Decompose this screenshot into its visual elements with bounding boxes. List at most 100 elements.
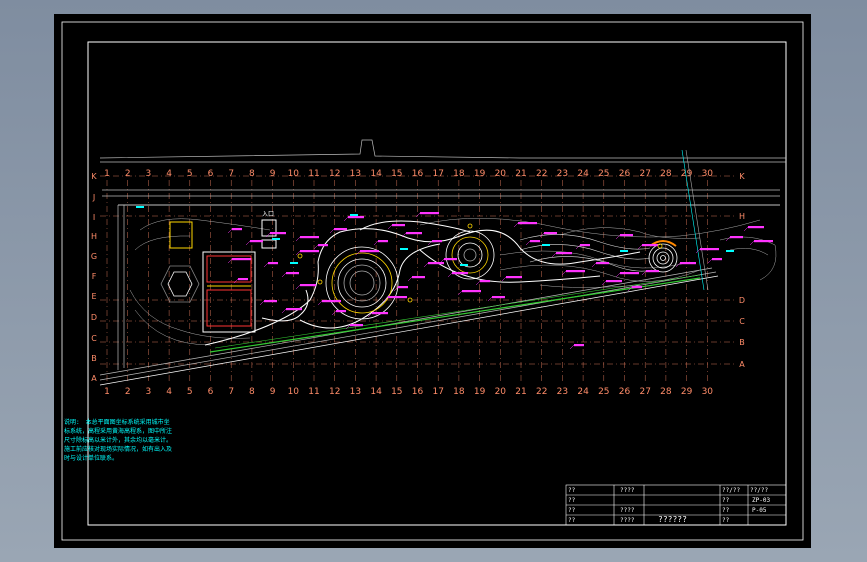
row-label-left: J	[92, 193, 95, 202]
annotation-mark	[620, 272, 639, 275]
annotation-mark	[318, 244, 328, 247]
annotation-leader	[569, 344, 575, 350]
column-label-top: 18	[453, 169, 465, 179]
tb-r1c2: ????	[620, 487, 635, 494]
column-label-top: 25	[598, 169, 609, 179]
annotation-leader	[749, 240, 755, 246]
column-label-top: 19	[474, 169, 486, 179]
annotation-mark	[544, 232, 557, 235]
annotation-leader	[501, 276, 507, 282]
tb-right-r2a: ??	[722, 497, 730, 504]
site-plan: 1122334455667788991010111112121313141415…	[61, 21, 804, 541]
row-label-left: A	[91, 374, 97, 383]
annotation-mark	[730, 236, 743, 239]
column-label-bottom: 26	[619, 387, 631, 397]
column-label-bottom: 30	[702, 387, 714, 397]
column-label-top: 2	[125, 169, 131, 179]
column-label-top: 15	[391, 169, 402, 179]
annotation-mark	[646, 270, 659, 273]
marker-yellow	[467, 223, 473, 229]
cad-viewport[interactable]: 1 1 2 2 3 3 4 4 5 5 6 6 7 7 8 8 9 9 10 10 11 11 12 12 13 13 14 14 15…	[0, 0, 867, 562]
annotation-mark	[580, 244, 590, 247]
row-label-left: F	[92, 272, 97, 281]
column-label-top: 21	[515, 169, 526, 179]
column-label-bottom: 21	[515, 387, 526, 397]
hexagon-pavilion	[160, 265, 200, 303]
column-label-bottom: 16	[412, 387, 424, 397]
column-label-top: 28	[660, 169, 672, 179]
annotation-leader	[387, 224, 393, 230]
annotation-leader	[551, 252, 557, 258]
column-label-top: 26	[619, 169, 631, 179]
annotation-leader	[487, 296, 493, 302]
annotation-leader	[707, 258, 713, 264]
column-label-bottom: 25	[598, 387, 609, 397]
annotation-mark	[574, 344, 584, 347]
marker-cyan	[726, 250, 734, 252]
annotation-mark	[412, 276, 425, 279]
annotation-leader	[447, 272, 453, 278]
annotation-leader	[513, 222, 519, 228]
row-label-left: K	[91, 172, 97, 181]
annotation-mark	[286, 308, 302, 311]
row-label-right: A	[739, 360, 745, 369]
annotation-mark	[300, 284, 316, 287]
annotation-leader	[263, 262, 269, 268]
marker-cyan	[290, 262, 298, 264]
inner-frame	[87, 41, 787, 526]
annotation-leader	[591, 262, 597, 268]
annotation-mark	[392, 224, 405, 227]
annotation-mark	[712, 258, 722, 261]
design-notes: 说明: 本总平面图坐标系统采用城市坐标系统，高程采用黄海高程系，图中所注尺寸除标高…	[64, 418, 174, 463]
marker-cyan	[272, 238, 280, 240]
column-label-bottom: 29	[681, 387, 693, 397]
column-label-top: 9	[270, 169, 276, 179]
annotation-mark	[398, 286, 408, 289]
row-label-left: G	[91, 252, 97, 261]
annotation-mark	[238, 278, 248, 281]
column-label-bottom: 12	[329, 387, 340, 397]
row-label-left: H	[91, 232, 97, 241]
tb-right-r4a: ??	[722, 517, 730, 524]
tb-r4c1: ??	[568, 517, 576, 524]
column-label-top: 7	[228, 169, 234, 179]
annotation-mark	[566, 270, 585, 273]
row-label-left: C	[91, 334, 97, 343]
annotation-leader	[343, 216, 349, 222]
column-label-bottom: 14	[370, 387, 382, 397]
column-label-bottom: 10	[288, 387, 300, 397]
annotation-mark	[406, 232, 422, 235]
annotation-mark	[444, 258, 457, 261]
annotation-leader	[615, 272, 621, 278]
column-label-top: 16	[412, 169, 424, 179]
annotation-leader	[331, 310, 337, 316]
annotation-mark	[596, 262, 609, 265]
annotation-mark	[462, 290, 481, 293]
annotation-leader	[245, 240, 251, 246]
tb-r1c1: ??	[568, 487, 576, 494]
column-label-top: 12	[329, 169, 340, 179]
column-label-top: 27	[639, 169, 650, 179]
annotation-leader	[313, 244, 319, 250]
annotation-mark	[250, 240, 263, 243]
column-label-bottom: 17	[432, 387, 443, 397]
annotation-mark	[748, 226, 764, 229]
tb-r2c1: ??	[568, 497, 576, 504]
column-label-bottom: 15	[391, 387, 402, 397]
main-building	[169, 219, 277, 333]
column-label-top: 23	[557, 169, 568, 179]
notes-label: 说明:	[64, 419, 80, 426]
column-label-top: 10	[288, 169, 300, 179]
column-label-bottom: 1	[104, 387, 110, 397]
column-labels: 1122334455667788991010111112121313141415…	[104, 169, 713, 397]
annotation-mark	[506, 276, 522, 279]
annotation-mark	[300, 250, 319, 253]
notes-text: 本总平面图坐标系统采用城市坐标系统，高程采用黄海高程系，图中所注尺寸除标高以米计…	[64, 419, 173, 462]
circular-plaza-2	[445, 230, 495, 280]
column-label-bottom: 20	[495, 387, 507, 397]
annotation-leader	[525, 240, 531, 246]
column-label-bottom: 8	[249, 387, 255, 397]
circular-plaza-1	[325, 246, 399, 320]
annotation-leader	[457, 290, 463, 296]
annotation-leader	[575, 244, 581, 250]
